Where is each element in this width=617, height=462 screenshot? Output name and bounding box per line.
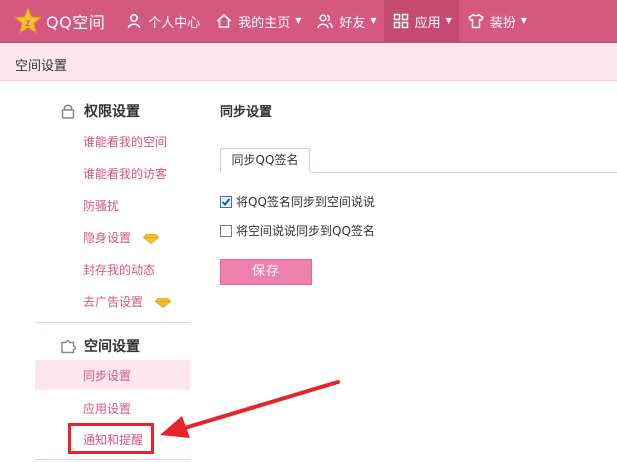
- sidebar-item-label: 去广告设置: [83, 295, 144, 309]
- home-icon: [216, 13, 232, 29]
- tab-sync-qq-signature[interactable]: 同步QQ签名: [220, 148, 310, 173]
- lock-icon: [60, 103, 76, 119]
- diamond-icon: [142, 233, 159, 244]
- nav-dress-up-label: 装扮: [489, 15, 516, 31]
- chevron-down-icon: ▼: [445, 16, 452, 25]
- nav-dress-up[interactable]: 装扮 ▼: [459, 0, 534, 43]
- nav-my-homepage[interactable]: 我的主页 ▼: [207, 0, 308, 43]
- section-title: 同步设置: [220, 105, 273, 120]
- chevron-down-icon: ▼: [520, 16, 527, 25]
- top-navigation-bar: z QQ空间 个人中心 我的主页 ▼ 好友 ▼ 应用 ▼ 装扮 ▼: [0, 0, 617, 43]
- nav-personal-center[interactable]: 个人中心: [117, 0, 207, 43]
- chevron-down-icon: ▼: [295, 16, 302, 25]
- person-icon: [126, 13, 142, 29]
- diamond-icon: [154, 297, 171, 308]
- nav-friends[interactable]: 好友 ▼: [308, 0, 383, 43]
- sidebar-item-label: 隐身设置: [83, 231, 132, 245]
- apps-grid-icon: [393, 13, 409, 29]
- nav-apps[interactable]: 应用 ▼: [383, 0, 459, 43]
- nav-apps-label: 应用: [414, 15, 441, 31]
- sync-signature-checkbox[interactable]: [220, 195, 232, 208]
- svg-text:z: z: [26, 18, 31, 29]
- sidebar-divider: [35, 322, 190, 323]
- friends-icon: [317, 13, 334, 29]
- sync-status-label: 将空间说说同步到QQ签名: [236, 224, 375, 238]
- chevron-down-icon: ▼: [370, 16, 377, 25]
- save-button[interactable]: 保存: [220, 259, 312, 285]
- sidebar-item-archive-feeds[interactable]: 封存我的动态: [83, 261, 155, 278]
- space-section-title: 空间设置: [84, 339, 140, 355]
- page-title: 空间设置: [15, 59, 68, 74]
- qzone-star-icon: z: [14, 7, 42, 34]
- permissions-section-header: 权限设置: [60, 101, 140, 121]
- sidebar-item-who-can-see-visitors[interactable]: 谁能看我的访客: [83, 165, 167, 182]
- sync-status-to-signature-option[interactable]: 将空间说说同步到QQ签名: [220, 222, 375, 239]
- red-arrow-icon: [160, 380, 340, 438]
- space-section-header: 空间设置: [60, 336, 140, 356]
- permissions-section-title: 权限设置: [84, 104, 140, 120]
- sidebar-item-remove-ads[interactable]: 去广告设置: [83, 293, 171, 310]
- sidebar-item-invisible-settings[interactable]: 隐身设置: [83, 229, 159, 246]
- tshirt-icon: [468, 13, 484, 29]
- sync-status-checkbox[interactable]: [220, 224, 232, 237]
- sidebar-item-who-can-see-space[interactable]: 谁能看我的空间: [83, 133, 167, 150]
- brand-name: QQ空间: [46, 13, 106, 32]
- nav-personal-center-label: 个人中心: [148, 15, 201, 31]
- sidebar-item-sync-settings[interactable]: 同步设置: [83, 367, 131, 384]
- sync-signature-to-status-option[interactable]: 将QQ签名同步到空间说说: [220, 193, 375, 210]
- checkmark-icon: [221, 197, 231, 206]
- nav-friends-label: 好友: [339, 15, 366, 31]
- puzzle-icon: [60, 338, 76, 354]
- sidebar-item-anti-harassment[interactable]: 防骚扰: [83, 197, 119, 214]
- red-highlight-box: [68, 423, 154, 454]
- sidebar-divider: [35, 459, 190, 460]
- page-header: 空间设置: [0, 44, 617, 81]
- sync-signature-label: 将QQ签名同步到空间说说: [236, 195, 375, 209]
- sidebar-item-app-settings[interactable]: 应用设置: [83, 400, 131, 417]
- nav-my-homepage-label: 我的主页: [238, 15, 291, 31]
- qzone-logo-link[interactable]: z QQ空间: [0, 0, 117, 43]
